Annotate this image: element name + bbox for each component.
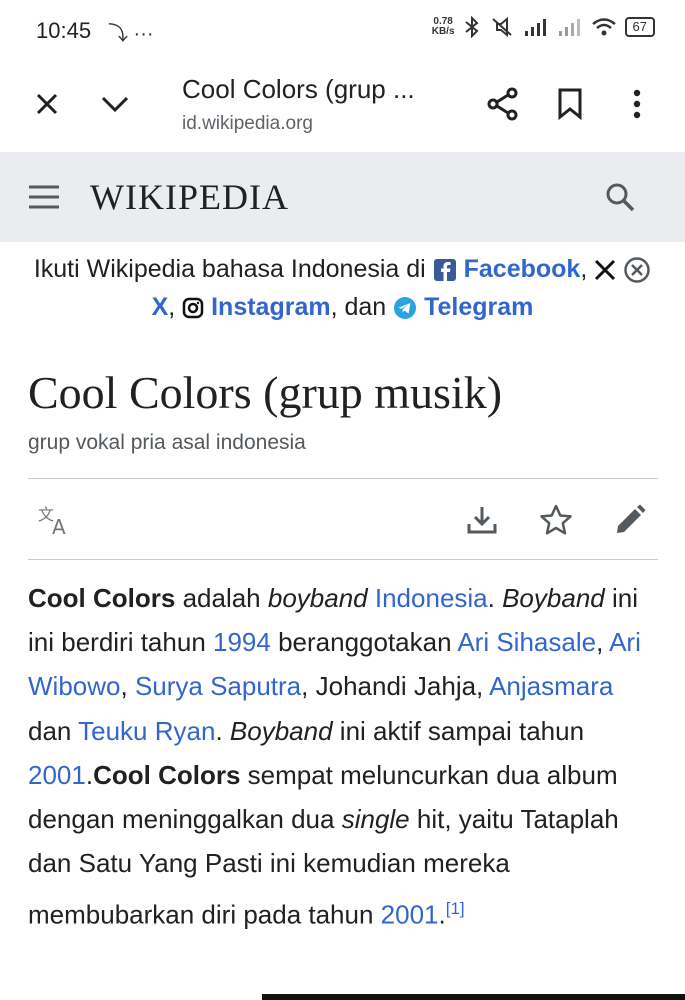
signal-icon xyxy=(524,19,546,36)
pencil-icon xyxy=(617,504,646,533)
bookmark-button[interactable] xyxy=(550,84,590,124)
telegram-icon xyxy=(394,297,417,320)
svg-text:A: A xyxy=(52,515,66,536)
banner-and: , dan xyxy=(330,293,394,321)
italic-term: Boyband xyxy=(229,715,333,746)
search-button[interactable] xyxy=(600,177,640,217)
bold-term: Cool Colors xyxy=(93,759,241,790)
close-button[interactable] xyxy=(27,84,67,124)
close-banner-icon[interactable] xyxy=(623,256,651,284)
more-options-button[interactable] xyxy=(617,84,657,124)
link-surya-saputra[interactable]: Surya Saputra xyxy=(135,671,301,701)
wifi-icon xyxy=(591,18,616,36)
bookmark-icon xyxy=(558,88,582,120)
more-vert-icon xyxy=(633,89,641,119)
facebook-link[interactable]: Facebook xyxy=(464,255,581,283)
notification-icons: ⤵ ··· xyxy=(108,23,154,45)
gesture-bar xyxy=(262,994,685,1000)
watch-button[interactable] xyxy=(536,500,576,540)
download-button[interactable] xyxy=(462,500,502,540)
banner-prefix: Ikuti Wikipedia bahasa Indonesia di xyxy=(33,255,433,283)
text-run: , Johandi Jahja, xyxy=(301,671,490,702)
telegram-link[interactable]: Telegram xyxy=(424,293,533,321)
browser-page-title[interactable]: Cool Colors (grup ... xyxy=(182,74,415,105)
page-title: Cool Colors (grup musik) xyxy=(28,367,503,418)
social-banner: Ikuti Wikipedia bahasa Indonesia di Face… xyxy=(0,250,685,326)
text-run: . xyxy=(487,583,503,613)
link-indonesia[interactable]: Indonesia xyxy=(375,583,488,613)
link-anjasmara[interactable]: Anjasmara xyxy=(489,671,613,701)
x-logo-icon xyxy=(595,260,616,281)
x-link[interactable]: X xyxy=(152,293,169,321)
text-run: dan xyxy=(28,715,79,746)
divider-bottom xyxy=(28,559,658,560)
bold-term: Cool Colors xyxy=(28,583,176,613)
translate-icon: 文 A xyxy=(38,505,66,536)
reference-link[interactable]: [1] xyxy=(446,899,465,918)
status-icons: 0.78 KB/s 67 xyxy=(432,16,655,38)
signal-icon-secondary xyxy=(558,19,580,36)
article-paragraph: Cool Colors adalah boyband Indonesia. Bo… xyxy=(28,576,658,937)
close-icon xyxy=(36,93,58,115)
instagram-icon xyxy=(182,298,204,319)
battery-indicator: 67 xyxy=(624,17,655,37)
instagram-link[interactable]: Instagram xyxy=(211,293,330,321)
text-run: . xyxy=(85,759,94,790)
link-teuku-ryan[interactable]: Teuku Ryan xyxy=(78,716,215,746)
wordmark-text: WIKIPEDIA xyxy=(90,177,289,217)
text-run: . xyxy=(438,900,446,931)
hamburger-icon xyxy=(29,185,59,209)
text-run: , xyxy=(120,671,135,702)
banner-comma: , xyxy=(580,255,588,283)
facebook-icon xyxy=(433,259,456,282)
link-2001-second[interactable]: 2001 xyxy=(381,900,439,930)
star-icon xyxy=(540,504,572,535)
italic-term: single xyxy=(341,804,410,835)
edit-button[interactable] xyxy=(610,500,650,540)
download-icon xyxy=(467,507,497,534)
text-run: adalah xyxy=(175,583,268,613)
share-icon xyxy=(487,87,518,121)
text-run: . xyxy=(215,715,230,746)
text-run: , xyxy=(596,627,610,658)
mute-icon xyxy=(491,16,512,38)
language-button[interactable]: 文 A xyxy=(34,500,74,540)
wikipedia-wordmark[interactable]: WIKIPEDIA xyxy=(90,176,289,218)
link-1994[interactable]: 1994 xyxy=(213,627,271,657)
page-subtitle: grup vokal pria asal indonesia xyxy=(28,431,306,454)
divider-top xyxy=(28,478,658,479)
network-speed-unit: KB/s xyxy=(431,26,455,37)
share-button[interactable] xyxy=(483,84,523,124)
text-run: beranggotakan xyxy=(270,627,458,658)
network-speed: 0.78 KB/s xyxy=(432,17,455,37)
chevron-down-icon xyxy=(101,96,129,113)
text-run xyxy=(368,583,375,613)
link-ari-sihasale[interactable]: Ari Sihasale xyxy=(457,627,596,657)
main-menu-button[interactable] xyxy=(24,177,64,217)
search-icon xyxy=(606,183,635,212)
link-2001[interactable]: 2001 xyxy=(28,760,86,790)
text-run: ini aktif sampai tahun xyxy=(332,715,585,746)
banner-comma-2: , xyxy=(168,293,176,321)
status-time: 10:45 xyxy=(36,18,92,43)
collapse-button[interactable] xyxy=(95,84,135,124)
browser-url[interactable]: id.wikipedia.org xyxy=(182,113,313,135)
italic-term: Boyband xyxy=(502,583,605,613)
bluetooth-icon xyxy=(464,16,479,38)
italic-term: boyband xyxy=(267,583,368,613)
